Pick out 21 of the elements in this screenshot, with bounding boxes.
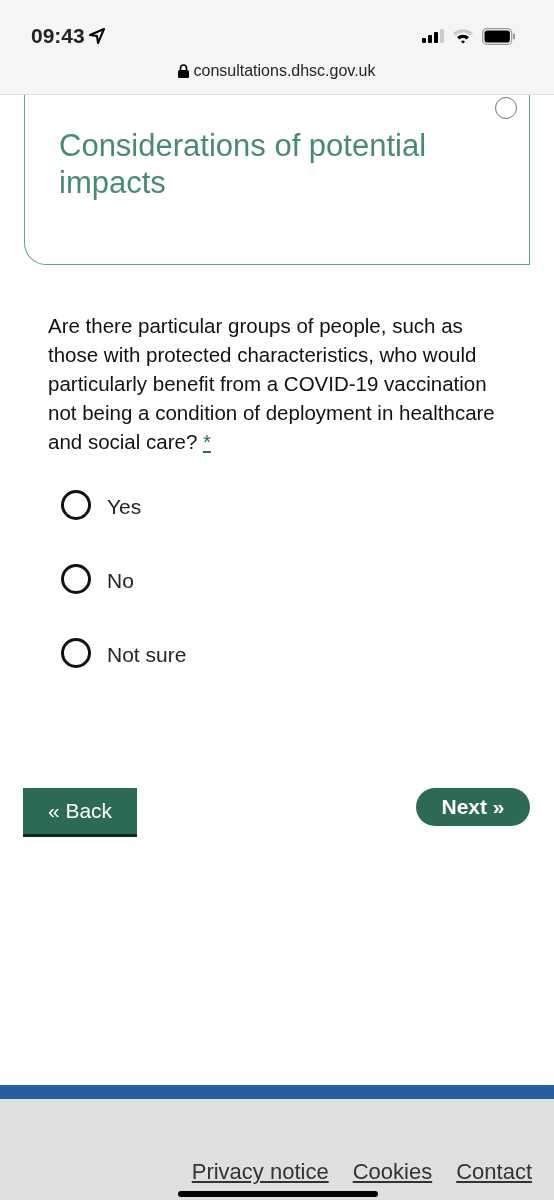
signal-icon bbox=[422, 29, 444, 43]
footer-link[interactable]: Contact bbox=[456, 1155, 532, 1188]
required-link[interactable]: * bbox=[203, 430, 211, 453]
option-label[interactable]: Yes bbox=[107, 491, 142, 523]
address-bar-url[interactable]: consultations.dhsc.gov.uk bbox=[193, 59, 376, 83]
radio-button[interactable] bbox=[61, 564, 91, 594]
section-title: Considerations of potential impacts bbox=[59, 127, 428, 202]
radio-button[interactable] bbox=[61, 490, 91, 520]
footer-link[interactable]: Privacy notice bbox=[191, 1155, 329, 1188]
status-time: 09:43 bbox=[31, 23, 85, 50]
location-arrow-icon bbox=[88, 28, 105, 44]
option-label[interactable]: No bbox=[107, 565, 134, 597]
radio-button[interactable] bbox=[61, 638, 91, 668]
wifi-icon bbox=[452, 28, 474, 44]
back-button[interactable]: « Back bbox=[23, 788, 137, 837]
lock-icon bbox=[178, 64, 190, 78]
next-button[interactable]: Next » bbox=[416, 788, 530, 826]
battery-icon bbox=[482, 27, 516, 45]
question-text: Are there particular groups of people, such as those with protected characteristics, who would particularly benefit from a COVID-19 vaccination not being a condition of deployment in healthcare and social care? * bbox=[48, 313, 496, 455]
footer-link[interactable]: Cookies bbox=[352, 1155, 433, 1188]
option-label[interactable]: Not sure bbox=[107, 639, 187, 671]
